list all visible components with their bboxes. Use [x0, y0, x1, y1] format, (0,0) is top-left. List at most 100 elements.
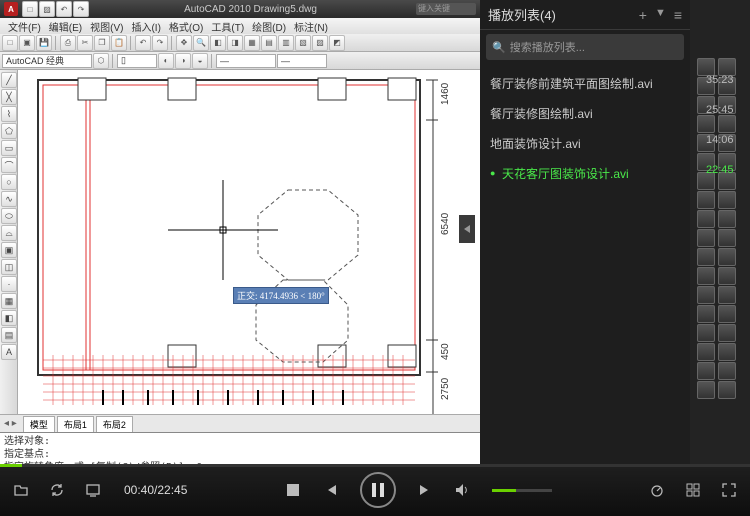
next-button[interactable]	[416, 481, 434, 499]
tab-model[interactable]: 模型	[23, 416, 55, 432]
menu-file[interactable]: 文件(F)	[4, 19, 45, 34]
modify-tool[interactable]	[697, 267, 715, 285]
modify-tool[interactable]	[697, 248, 715, 266]
menu-dimension[interactable]: 标注(N)	[290, 19, 332, 34]
tool-button[interactable]: ◐	[158, 53, 174, 69]
circle-tool[interactable]: ○	[1, 174, 17, 190]
previous-button[interactable]	[322, 481, 340, 499]
paste-button[interactable]: 📋	[111, 35, 127, 51]
arc-tool[interactable]: ⌒	[1, 157, 17, 173]
loop-icon[interactable]	[48, 481, 66, 499]
qat-button[interactable]: ▨	[39, 1, 55, 17]
menu-tools[interactable]: 工具(T)	[207, 19, 248, 34]
lineweight-dropdown[interactable]: —	[277, 54, 327, 68]
modify-tool[interactable]	[697, 210, 715, 228]
undo-button[interactable]: ↶	[135, 35, 151, 51]
modify-tool[interactable]	[697, 229, 715, 247]
copy-button[interactable]: ❐	[94, 35, 110, 51]
tool-button[interactable]: ◧	[210, 35, 226, 51]
dim-tool[interactable]	[718, 343, 736, 361]
tool-button[interactable]: ⬡	[93, 53, 109, 69]
table-tool[interactable]: ▤	[1, 327, 17, 343]
dim-tool[interactable]	[718, 229, 736, 247]
tool-button[interactable]: ▥	[278, 35, 294, 51]
progress-track[interactable]	[0, 464, 750, 467]
dim-tool[interactable]	[718, 191, 736, 209]
tool-button[interactable]: ▧	[295, 35, 311, 51]
tool-button[interactable]: ▨	[312, 35, 328, 51]
qat-button[interactable]: ↷	[73, 1, 89, 17]
dim-tool[interactable]	[718, 324, 736, 342]
dim-tool[interactable]	[718, 267, 736, 285]
modify-tool[interactable]	[697, 191, 715, 209]
help-search-input[interactable]: 键入关键	[416, 3, 476, 15]
spline-tool[interactable]: ∿	[1, 191, 17, 207]
ellipse-arc-tool[interactable]: ⌓	[1, 225, 17, 241]
tab-layout1[interactable]: 布局1	[57, 416, 94, 432]
settings-icon[interactable]	[684, 481, 702, 499]
region-tool[interactable]: ◧	[1, 310, 17, 326]
fullscreen-icon[interactable]	[720, 481, 738, 499]
linetype-dropdown[interactable]: —	[216, 54, 276, 68]
open-button[interactable]: ▣	[19, 35, 35, 51]
modify-tool[interactable]	[697, 343, 715, 361]
stop-button[interactable]	[284, 481, 302, 499]
dim-tool[interactable]	[718, 248, 736, 266]
menu-format[interactable]: 格式(O)	[165, 19, 207, 34]
make-block-tool[interactable]: ◫	[1, 259, 17, 275]
menu-edit[interactable]: 编辑(E)	[45, 19, 86, 34]
construction-line-tool[interactable]: ╳	[1, 89, 17, 105]
ellipse-tool[interactable]: ⬭	[1, 208, 17, 224]
dim-tool[interactable]	[718, 381, 736, 399]
pan-button[interactable]: ✥	[176, 35, 192, 51]
hatch-tool[interactable]: ▦	[1, 293, 17, 309]
cut-button[interactable]: ✂	[77, 35, 93, 51]
menu-draw[interactable]: 绘图(D)	[248, 19, 290, 34]
print-button[interactable]: ⎙	[60, 35, 76, 51]
zoom-button[interactable]: 🔍	[193, 35, 209, 51]
menu-icon[interactable]: ≡	[674, 7, 682, 23]
menu-view[interactable]: 视图(V)	[86, 19, 127, 34]
speed-icon[interactable]	[648, 481, 666, 499]
cast-icon[interactable]	[84, 481, 102, 499]
tool-button[interactable]: ◩	[329, 35, 345, 51]
line-tool[interactable]: ╱	[1, 72, 17, 88]
mtext-tool[interactable]: A	[1, 344, 17, 360]
point-tool[interactable]: ·	[1, 276, 17, 292]
tool-button[interactable]: ◨	[227, 35, 243, 51]
tool-button[interactable]: ▤	[261, 35, 277, 51]
layer-dropdown[interactable]: ▯	[117, 54, 157, 68]
rectangle-tool[interactable]: ▭	[1, 140, 17, 156]
qat-button[interactable]: ↶	[56, 1, 72, 17]
redo-button[interactable]: ↷	[152, 35, 168, 51]
polygon-tool[interactable]: ⬠	[1, 123, 17, 139]
playlist-item[interactable]: 地面装饰设计.avi	[480, 128, 690, 158]
playlist-item[interactable]: 餐厅装修图绘制.avi	[480, 98, 690, 128]
play-pause-button[interactable]	[360, 472, 396, 508]
new-file-button[interactable]: □	[2, 35, 18, 51]
playlist-item[interactable]: 餐厅装修前建筑平面图绘制.avi	[480, 68, 690, 98]
open-file-icon[interactable]	[12, 481, 30, 499]
playlist-search-input[interactable]: 🔍 搜索播放列表...	[486, 34, 684, 60]
polyline-tool[interactable]: ⌇	[1, 106, 17, 122]
modify-tool[interactable]	[697, 324, 715, 342]
tab-layout2[interactable]: 布局2	[96, 416, 133, 432]
volume-slider[interactable]	[492, 489, 552, 492]
filter-icon[interactable]: ▼	[655, 7, 666, 23]
menu-insert[interactable]: 插入(I)	[127, 19, 164, 34]
add-to-playlist-icon[interactable]: +	[639, 7, 647, 23]
dim-tool[interactable]	[718, 362, 736, 380]
insert-block-tool[interactable]: ▣	[1, 242, 17, 258]
tool-button[interactable]: ◑	[175, 53, 191, 69]
modify-tool[interactable]	[697, 381, 715, 399]
playlist-item-current[interactable]: ● 天花客厅图装饰设计.avi	[480, 158, 690, 188]
workspace-dropdown[interactable]: AutoCAD 经典	[2, 54, 92, 68]
save-button[interactable]: 💾	[36, 35, 52, 51]
modify-tool[interactable]	[697, 305, 715, 323]
tool-button[interactable]: ◒	[192, 53, 208, 69]
tool-button[interactable]: ▦	[244, 35, 260, 51]
playlist-drag-handle[interactable]	[459, 215, 475, 243]
qat-button[interactable]: □	[22, 1, 38, 17]
modify-tool[interactable]	[697, 362, 715, 380]
dim-tool[interactable]	[718, 210, 736, 228]
